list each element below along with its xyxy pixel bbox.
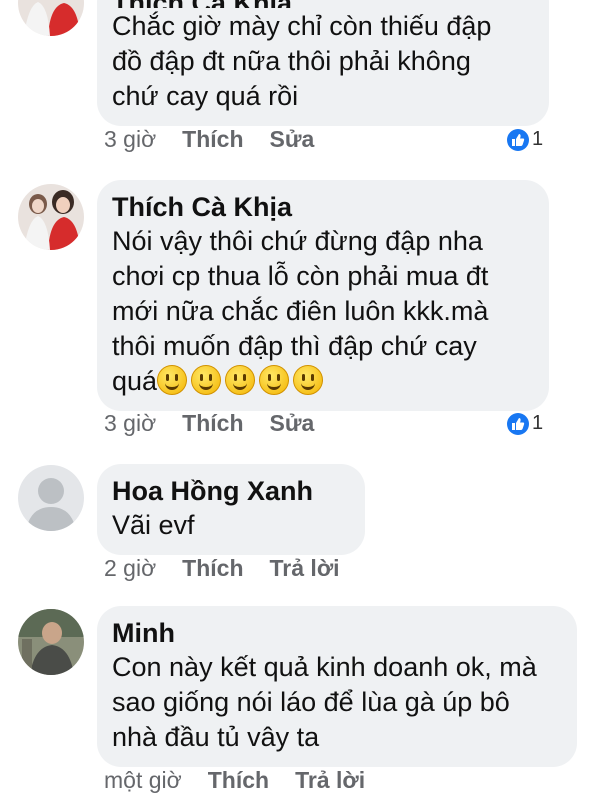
grinning-face-emoji-icon xyxy=(157,365,188,395)
comment-author[interactable]: Hoa Hồng Xanh xyxy=(112,474,349,508)
like-action[interactable]: Thích xyxy=(208,765,269,795)
grinning-face-emoji-icon xyxy=(259,365,290,395)
reply-action[interactable]: Trả lời xyxy=(295,765,365,795)
edit-action[interactable]: Sửa xyxy=(270,408,315,438)
edit-action[interactable]: Sửa xyxy=(270,124,315,154)
comment-line: chứ cay quá rồi xyxy=(112,81,299,111)
comment-time[interactable]: một giờ xyxy=(104,765,182,795)
comment-line: Con này kết quả kinh doanh ok, mà xyxy=(112,652,537,682)
avatar[interactable] xyxy=(18,0,84,36)
avatar[interactable] xyxy=(18,184,84,250)
like-action[interactable]: Thích xyxy=(182,553,243,583)
comment-text: Con này kết quả kinh doanh ok, mà sao gi… xyxy=(112,650,561,755)
grinning-face-emoji-icon xyxy=(191,365,222,395)
comment-line: quá xyxy=(112,364,533,399)
emoji-row xyxy=(157,365,327,396)
reaction-count[interactable]: 1 xyxy=(507,128,543,151)
comment-author[interactable]: Thích Cà Khịa xyxy=(112,190,533,224)
grinning-face-emoji-icon xyxy=(293,365,324,395)
comment-bubble: Thích Cà Khịa Chắc giờ mày chỉ còn thiếu… xyxy=(97,0,549,126)
like-action[interactable]: Thích xyxy=(182,124,243,154)
comment-line-end: quá xyxy=(112,366,158,396)
comment-meta: một giờ Thích Trả lời xyxy=(104,765,391,795)
comment-text: Chắc giờ mày chỉ còn thiếu đập đồ đập đt… xyxy=(112,9,533,114)
comment-line: Chắc giờ mày chỉ còn thiếu đập xyxy=(112,11,492,41)
like-action[interactable]: Thích xyxy=(182,408,243,438)
avatar[interactable] xyxy=(18,465,84,531)
thumbs-up-icon xyxy=(507,128,529,151)
comment-time[interactable]: 3 giờ xyxy=(104,408,156,438)
comment-author[interactable]: Thích Cà Khịa xyxy=(112,0,533,8)
comment-line: Vãi evf xyxy=(112,510,195,540)
reaction-count[interactable]: 1 xyxy=(507,412,543,435)
comment-line: đồ đập đt nữa thôi phải không xyxy=(112,46,471,76)
default-avatar-icon xyxy=(18,465,84,531)
comment-line: Nói vậy thôi chứ đừng đập nha xyxy=(112,226,483,256)
comment-line: nhà đầu tủ vây ta xyxy=(112,722,320,752)
comment-time[interactable]: 3 giờ xyxy=(104,124,156,154)
like-count-value: 1 xyxy=(532,128,544,150)
comment-bubble: Minh Con này kết quả kinh doanh ok, mà s… xyxy=(97,606,577,767)
comment-line: chơi cp thua lỗ còn phải mua đt xyxy=(112,261,489,291)
avatar[interactable] xyxy=(18,609,84,675)
comment-bubble: Hoa Hồng Xanh Vãi evf xyxy=(97,464,365,555)
comment-line: sao giống nói láo để lùa gà úp bô xyxy=(112,687,510,717)
comment-text: Vãi evf xyxy=(112,508,349,543)
comment-text: Nói vậy thôi chứ đừng đập nha chơi cp th… xyxy=(112,224,533,399)
thumbs-up-icon xyxy=(507,412,529,435)
like-count-value: 1 xyxy=(532,412,544,434)
reply-action[interactable]: Trả lời xyxy=(270,553,340,583)
grinning-face-emoji-icon xyxy=(225,365,256,395)
comment-bubble: Thích Cà Khịa Nói vậy thôi chứ đừng đập … xyxy=(97,180,549,411)
comment-meta: 3 giờ Thích Sửa xyxy=(104,408,340,438)
comment-author[interactable]: Minh xyxy=(112,616,561,650)
comment-line: thôi muốn đập thì đập chứ cay xyxy=(112,331,477,361)
comment-line: mới nữa chắc điên luôn kkk.mà xyxy=(112,296,489,326)
comment-meta: 2 giờ Thích Trả lời xyxy=(104,553,366,583)
comment-meta: 3 giờ Thích Sửa xyxy=(104,124,340,154)
comment-time[interactable]: 2 giờ xyxy=(104,553,156,583)
